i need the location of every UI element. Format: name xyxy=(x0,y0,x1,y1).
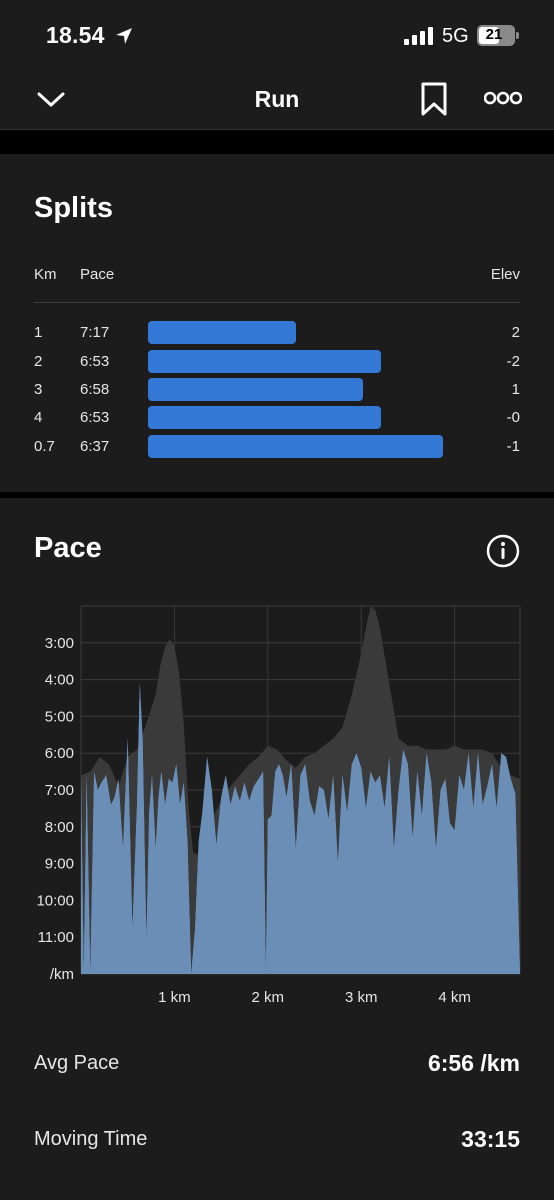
more-options-icon[interactable] xyxy=(484,90,522,106)
y-tick-label: 10:00 xyxy=(36,892,74,909)
split-pace-bar xyxy=(148,435,443,458)
split-pace: 6:58 xyxy=(80,381,110,398)
split-pace: 7:17 xyxy=(80,324,110,341)
battery-icon: 21 xyxy=(477,25,515,46)
y-tick-label: /km xyxy=(50,966,74,983)
network-type: 5G xyxy=(442,25,469,47)
split-pace: 6:53 xyxy=(80,353,110,370)
y-tick-label: 11:00 xyxy=(38,929,74,946)
status-time: 18.54 xyxy=(46,22,105,48)
y-tick-label: 9:00 xyxy=(45,856,74,873)
splits-header-km: Km xyxy=(34,266,57,283)
x-tick-label: 4 km xyxy=(438,989,471,1006)
split-km: 1 xyxy=(34,324,43,341)
moving-time-row: Moving Time 33:15 xyxy=(0,1120,554,1160)
split-row: 4 6:53 -0 xyxy=(0,406,554,430)
split-pace-bar xyxy=(148,350,381,373)
split-km: 0.7 xyxy=(34,438,55,455)
y-tick-label: 8:00 xyxy=(45,819,74,836)
split-elev: -0 xyxy=(506,409,520,426)
split-row: 3 6:58 1 xyxy=(0,378,554,402)
split-pace: 6:37 xyxy=(80,438,110,455)
split-row: 1 7:17 2 xyxy=(0,321,554,345)
battery-level: 21 xyxy=(485,26,503,43)
y-tick-label: 4:00 xyxy=(45,672,74,689)
split-pace-bar xyxy=(148,406,381,429)
page-title: Run xyxy=(254,86,300,112)
split-pace-bar xyxy=(148,321,296,344)
split-elev: 1 xyxy=(511,381,520,398)
split-row: 0.7 6:37 -1 xyxy=(0,435,554,459)
splits-header-pace: Pace xyxy=(80,266,115,283)
avg-pace-value: 6:56 /km xyxy=(427,1050,520,1076)
pace-chart: 3:00 4:00 5:00 6:00 7:00 8:00 9:00 10:00 11:00/k… xyxy=(36,605,521,1006)
bookmark-icon[interactable] xyxy=(420,82,448,116)
split-km: 3 xyxy=(34,381,43,398)
split-km: 4 xyxy=(34,409,43,426)
splits-section: Splits Km Pace Elev 1 7:17 2 2 6:53 -2 3… xyxy=(0,154,554,492)
split-elev: -2 xyxy=(506,353,520,370)
location-arrow-icon xyxy=(116,28,132,44)
moving-time-label: Moving Time xyxy=(34,1128,148,1150)
split-row: 2 6:53 -2 xyxy=(0,350,554,374)
x-tick-label: 1 km xyxy=(158,989,191,1006)
splits-header-elev: Elev xyxy=(490,266,520,283)
moving-time-value: 33:15 xyxy=(461,1126,520,1152)
split-km: 2 xyxy=(34,353,43,370)
split-elev: 2 xyxy=(511,324,520,341)
status-bar: 18.54 5G 21 xyxy=(0,0,554,72)
split-pace-bar xyxy=(148,378,363,401)
y-tick-label: 7:00 xyxy=(45,782,74,799)
y-tick-label: 3:00 xyxy=(45,635,74,652)
cellular-signal-icon xyxy=(404,27,433,45)
split-pace: 6:53 xyxy=(80,409,110,426)
split-elev: -1 xyxy=(506,438,520,455)
nav-bar: Run xyxy=(0,72,554,130)
pace-section: Pace 3:00 4:00 5:00 6:00 7:00 8:00 9:00 10:00 11… xyxy=(0,498,554,1200)
x-tick-label: 3 km xyxy=(345,989,378,1006)
y-tick-label: 6:00 xyxy=(45,745,74,762)
y-tick-label: 5:00 xyxy=(45,708,74,725)
avg-pace-row: Avg Pace 6:56 /km xyxy=(0,1044,554,1084)
battery-cap xyxy=(516,32,519,39)
splits-divider xyxy=(34,302,520,303)
splits-title: Splits xyxy=(34,192,113,224)
x-tick-label: 2 km xyxy=(252,989,285,1006)
avg-pace-label: Avg Pace xyxy=(34,1052,120,1074)
